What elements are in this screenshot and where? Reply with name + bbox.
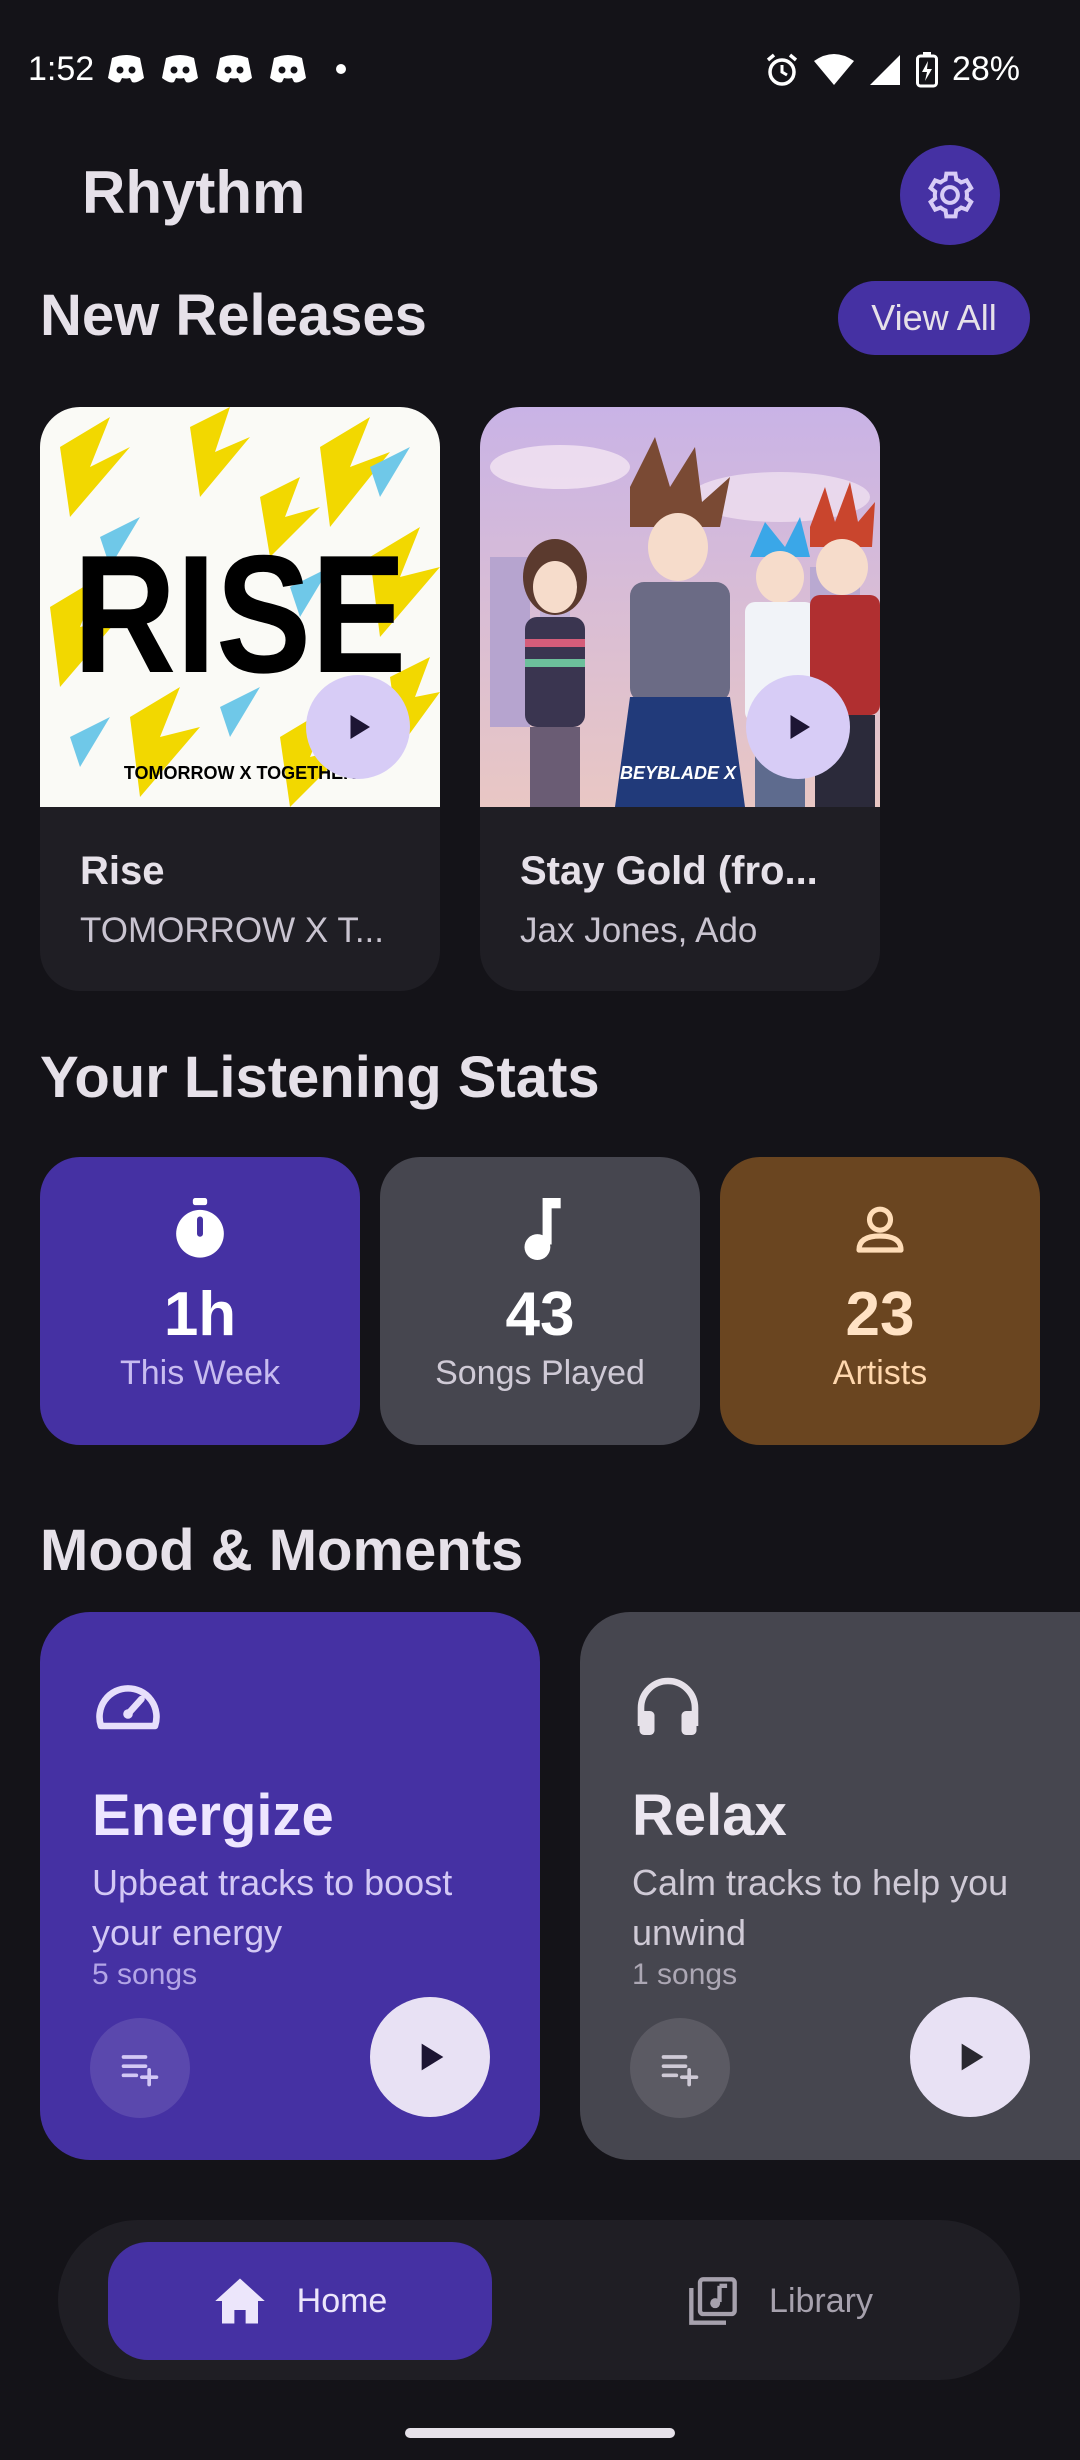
nav-library[interactable]: Library bbox=[588, 2242, 972, 2360]
stat-card-this-week: 1h This Week bbox=[40, 1157, 360, 1445]
play-icon bbox=[421, 2043, 444, 2071]
gear-icon bbox=[928, 171, 974, 219]
music-note-icon bbox=[510, 1198, 570, 1260]
speedometer-icon bbox=[96, 1685, 160, 1730]
mood-card-count: 5 songs bbox=[92, 1958, 198, 1991]
play-button[interactable] bbox=[306, 675, 410, 779]
discord-icon bbox=[270, 55, 306, 83]
timer-icon bbox=[170, 1198, 230, 1259]
nav-home-label: Home bbox=[296, 2281, 388, 2320]
stat-label: This Week bbox=[120, 1354, 280, 1392]
battery-icon bbox=[915, 51, 938, 87]
more-notifications-dot bbox=[336, 64, 346, 74]
settings-button[interactable] bbox=[900, 145, 1000, 245]
battery-percent: 28% bbox=[951, 50, 1020, 88]
mood-card-title: Relax bbox=[632, 1783, 787, 1848]
release-title: Rise bbox=[80, 849, 165, 893]
add-to-queue-button[interactable] bbox=[630, 2018, 730, 2118]
signal-icon bbox=[869, 54, 900, 85]
add-to-queue-button[interactable] bbox=[90, 2018, 190, 2118]
nav-home[interactable]: Home bbox=[108, 2242, 492, 2360]
headphones-icon bbox=[637, 1677, 699, 1735]
alarm-icon bbox=[766, 53, 798, 86]
app-title: Rhythm bbox=[82, 159, 306, 226]
album-art-caption: TOMORROW X TOGETHER bbox=[124, 763, 356, 783]
discord-icon bbox=[162, 55, 198, 83]
mood-card-relax[interactable]: Relax Calm tracks to help you unwind 1 s… bbox=[580, 1612, 1080, 2160]
person-icon bbox=[850, 1199, 910, 1259]
mood-card-energize[interactable]: Energize Upbeat tracks to boost your ene… bbox=[40, 1612, 540, 2160]
stat-card-artists: 23 Artists bbox=[720, 1157, 1040, 1445]
play-button[interactable] bbox=[370, 1997, 490, 2117]
nav-library-label: Library bbox=[769, 2281, 873, 2320]
new-releases-title: New Releases bbox=[40, 283, 427, 348]
play-button[interactable] bbox=[910, 1997, 1030, 2117]
bottom-navigation: Home Library bbox=[58, 2220, 1020, 2380]
release-card-rise[interactable]: RISE TOMORROW X TOGETHER Rise TOMORROW X… bbox=[40, 407, 440, 991]
release-artist: TOMORROW X T... bbox=[80, 911, 384, 950]
discord-icon bbox=[108, 55, 144, 83]
wifi-icon bbox=[813, 53, 854, 85]
status-right: 28% bbox=[764, 50, 1020, 89]
mood-card-count: 1 songs bbox=[632, 1958, 738, 1991]
gesture-home-indicator[interactable] bbox=[405, 2428, 675, 2438]
stat-label: Artists bbox=[832, 1354, 928, 1392]
stat-card-songs-played: 43 Songs Played bbox=[380, 1157, 700, 1445]
playlist-add-icon bbox=[121, 2055, 159, 2087]
mood-card-title: Energize bbox=[92, 1783, 334, 1848]
mood-title: Mood & Moments bbox=[40, 1518, 524, 1583]
release-title: Stay Gold (fro... bbox=[520, 849, 818, 893]
play-icon bbox=[350, 715, 370, 739]
stat-value: 43 bbox=[505, 1280, 575, 1349]
release-card-stay-gold[interactable]: BEYBLADE X Stay Gold (fro... Jax Jones, … bbox=[480, 407, 880, 991]
status-time: 1:52 bbox=[28, 50, 95, 88]
play-icon bbox=[961, 2043, 984, 2071]
play-button[interactable] bbox=[746, 675, 850, 779]
playlist-add-icon bbox=[661, 2055, 699, 2087]
view-all-button[interactable]: View All bbox=[838, 281, 1030, 355]
mood-card-description: Calm tracks to help you unwind bbox=[632, 1862, 1009, 1953]
status-bar: 1:52 28% bbox=[0, 0, 1080, 140]
play-icon bbox=[790, 715, 810, 739]
release-artist: Jax Jones, Ado bbox=[520, 911, 758, 950]
discord-icon bbox=[216, 55, 252, 83]
stat-value: 23 bbox=[845, 1280, 915, 1349]
home-icon bbox=[214, 2278, 265, 2324]
album-art-caption: BEYBLADE X bbox=[620, 763, 737, 783]
library-music-icon bbox=[689, 2277, 737, 2325]
stat-label: Songs Played bbox=[435, 1354, 645, 1392]
stat-value: 1h bbox=[163, 1280, 237, 1349]
listening-stats-title: Your Listening Stats bbox=[40, 1045, 600, 1110]
mood-card-description: Upbeat tracks to boost your energy bbox=[92, 1862, 453, 1953]
